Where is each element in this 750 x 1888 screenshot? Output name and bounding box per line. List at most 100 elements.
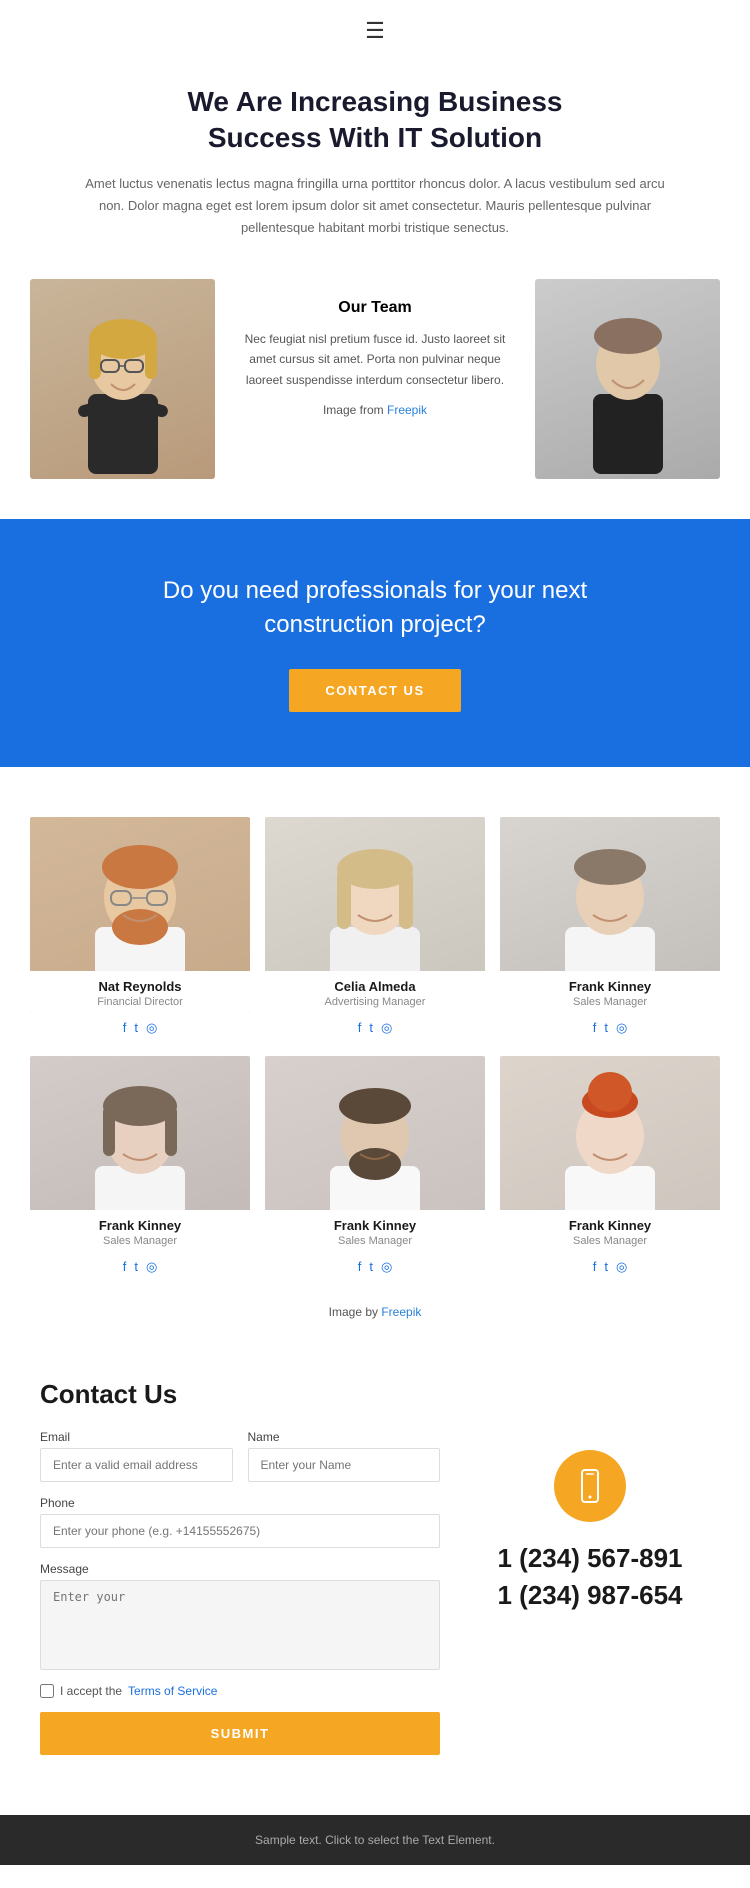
- team-card-frank1: Frank Kinney Sales Manager f t ◎: [500, 817, 720, 1036]
- contact-heading: Contact Us: [40, 1379, 710, 1410]
- social-icons-nat: f t ◎: [30, 1020, 250, 1036]
- team-image-credit: Image by Freepik: [30, 1295, 720, 1339]
- email-input[interactable]: [40, 1448, 233, 1482]
- team-card-celia: Celia Almeda Advertising Manager f t ◎: [265, 817, 485, 1036]
- terms-checkbox[interactable]: [40, 1684, 54, 1698]
- instagram-icon-frank2[interactable]: ◎: [146, 1259, 157, 1275]
- hero-title: We Are Increasing BusinessSuccess With I…: [80, 84, 670, 157]
- phone-row: Phone: [40, 1496, 440, 1548]
- message-input[interactable]: [40, 1580, 440, 1670]
- team-card-frank4: Frank Kinney Sales Manager f t ◎: [500, 1056, 720, 1275]
- contact-us-button[interactable]: CONTACT US: [289, 669, 460, 712]
- top-navigation: ☰: [0, 0, 750, 54]
- terms-row: I accept the Terms of Service: [40, 1684, 440, 1698]
- member-name-frank4: Frank Kinney: [510, 1218, 710, 1233]
- footer-text: Sample text. Click to select the Text El…: [255, 1833, 495, 1847]
- member-role-frank4: Sales Manager: [510, 1235, 710, 1247]
- person-illustration-right: [568, 284, 688, 474]
- twitter-icon-frank1[interactable]: t: [604, 1020, 608, 1036]
- team-photo-left: [30, 279, 215, 479]
- phone-icon: [572, 1468, 608, 1504]
- hero-description: Amet luctus venenatis lectus magna fring…: [80, 173, 670, 239]
- phone-numbers: 1 (234) 567-891 1 (234) 987-654: [497, 1540, 682, 1613]
- contact-layout: Email Name Phone Message: [40, 1430, 710, 1755]
- phone-label: Phone: [40, 1496, 440, 1510]
- member-name-celia: Celia Almeda: [275, 979, 475, 994]
- social-icons-frank2: f t ◎: [30, 1259, 250, 1275]
- phone-number-2: 1 (234) 987-654: [497, 1577, 682, 1613]
- team-row-2: Frank Kinney Sales Manager f t ◎: [30, 1056, 720, 1275]
- member-role-frank3: Sales Manager: [275, 1235, 475, 1247]
- instagram-icon-frank3[interactable]: ◎: [381, 1259, 392, 1275]
- cta-banner-section: Do you need professionals for your nextc…: [0, 519, 750, 767]
- contact-form: Email Name Phone Message: [40, 1430, 440, 1755]
- team-row-1: Nat Reynolds Financial Director f t ◎: [30, 817, 720, 1036]
- facebook-icon-frank1[interactable]: f: [593, 1020, 597, 1036]
- instagram-icon-frank1[interactable]: ◎: [616, 1020, 627, 1036]
- submit-button[interactable]: SUBMIT: [40, 1712, 440, 1755]
- contact-section: Contact Us Email Name Phone: [0, 1349, 750, 1795]
- freepik-link[interactable]: Freepik: [387, 403, 427, 417]
- footer: Sample text. Click to select the Text El…: [0, 1815, 750, 1865]
- twitter-icon-frank3[interactable]: t: [369, 1259, 373, 1275]
- member-role-nat: Financial Director: [40, 996, 240, 1008]
- message-row: Message: [40, 1562, 440, 1670]
- terms-text: I accept the: [60, 1684, 122, 1698]
- member-role-celia: Advertising Manager: [275, 996, 475, 1008]
- celia-photo: Celia Almeda Advertising Manager: [265, 817, 485, 1012]
- team-grid-section: Nat Reynolds Financial Director f t ◎: [0, 787, 750, 1349]
- member-name-frank3: Frank Kinney: [275, 1218, 475, 1233]
- instagram-icon-frank4[interactable]: ◎: [616, 1259, 627, 1275]
- email-name-row: Email Name: [40, 1430, 440, 1482]
- message-label: Message: [40, 1562, 440, 1576]
- hero-section: We Are Increasing BusinessSuccess With I…: [0, 54, 750, 259]
- frank4-photo: Frank Kinney Sales Manager: [500, 1056, 720, 1251]
- person-illustration-left: [63, 284, 183, 474]
- message-group: Message: [40, 1562, 440, 1670]
- hamburger-icon[interactable]: ☰: [365, 18, 385, 44]
- image-credit: Image from Freepik: [240, 400, 510, 420]
- frank2-photo: Frank Kinney Sales Manager: [30, 1056, 250, 1251]
- twitter-icon-frank4[interactable]: t: [604, 1259, 608, 1275]
- instagram-icon-nat[interactable]: ◎: [146, 1020, 157, 1036]
- member-name-nat: Nat Reynolds: [40, 979, 240, 994]
- name-group: Name: [248, 1430, 441, 1482]
- facebook-icon-celia[interactable]: f: [358, 1020, 362, 1036]
- facebook-icon-frank3[interactable]: f: [358, 1259, 362, 1275]
- member-role-frank2: Sales Manager: [40, 1235, 240, 1247]
- our-team-heading: Our Team: [240, 299, 510, 317]
- contact-right-panel: 1 (234) 567-891 1 (234) 987-654: [470, 1430, 710, 1755]
- instagram-icon-celia[interactable]: ◎: [381, 1020, 392, 1036]
- facebook-icon-nat[interactable]: f: [123, 1020, 127, 1036]
- team-intro-body: Nec feugiat nisl pretium fusce id. Justo…: [240, 329, 510, 390]
- team-photo-right: [535, 279, 720, 479]
- social-icons-celia: f t ◎: [265, 1020, 485, 1036]
- freepik-link2[interactable]: Freepik: [381, 1305, 421, 1319]
- name-label: Name: [248, 1430, 441, 1444]
- social-icons-frank1: f t ◎: [500, 1020, 720, 1036]
- member-name-frank1: Frank Kinney: [510, 979, 710, 994]
- team-intro-text: Our Team Nec feugiat nisl pretium fusce …: [215, 279, 535, 479]
- twitter-icon-celia[interactable]: t: [369, 1020, 373, 1036]
- cta-text: Do you need professionals for your nextc…: [80, 574, 670, 641]
- phone-number-1: 1 (234) 567-891: [497, 1540, 682, 1576]
- frank1-photo: Frank Kinney Sales Manager: [500, 817, 720, 1012]
- nat-photo: Nat Reynolds Financial Director: [30, 817, 250, 1012]
- email-label: Email: [40, 1430, 233, 1444]
- team-card-nat: Nat Reynolds Financial Director f t ◎: [30, 817, 250, 1036]
- team-intro-section: Our Team Nec feugiat nisl pretium fusce …: [0, 259, 750, 499]
- facebook-icon-frank4[interactable]: f: [593, 1259, 597, 1275]
- member-name-frank2: Frank Kinney: [40, 1218, 240, 1233]
- social-icons-frank4: f t ◎: [500, 1259, 720, 1275]
- social-icons-frank3: f t ◎: [265, 1259, 485, 1275]
- name-input[interactable]: [248, 1448, 441, 1482]
- twitter-icon-frank2[interactable]: t: [134, 1259, 138, 1275]
- member-role-frank1: Sales Manager: [510, 996, 710, 1008]
- twitter-icon-nat[interactable]: t: [134, 1020, 138, 1036]
- team-card-frank3: Frank Kinney Sales Manager f t ◎: [265, 1056, 485, 1275]
- frank3-photo: Frank Kinney Sales Manager: [265, 1056, 485, 1251]
- terms-link[interactable]: Terms of Service: [128, 1684, 217, 1698]
- phone-input[interactable]: [40, 1514, 440, 1548]
- facebook-icon-frank2[interactable]: f: [123, 1259, 127, 1275]
- email-group: Email: [40, 1430, 233, 1482]
